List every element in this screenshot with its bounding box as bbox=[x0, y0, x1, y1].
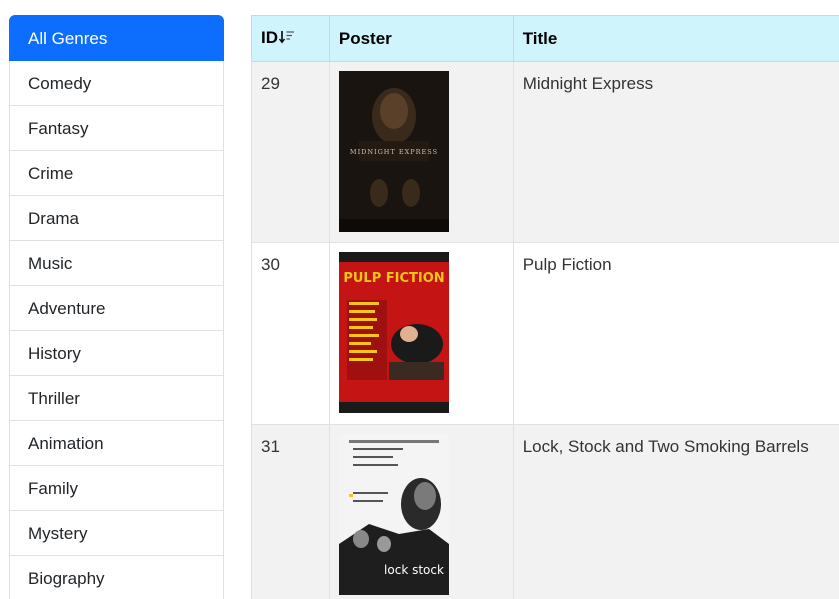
sort-descending-icon[interactable] bbox=[278, 29, 295, 49]
title-column-header: Title bbox=[512, 15, 839, 62]
svg-text:PULP FICTION: PULP FICTION bbox=[343, 271, 444, 286]
table-row[interactable]: 29 MIDNIGHT EXPRESS Midnight Express bbox=[251, 61, 839, 243]
movies-table: ID Poster Title 29 MIDNIGHT EXPRESS Midn… bbox=[251, 15, 839, 599]
genre-list: All Genres Comedy Fantasy Crime Drama Mu… bbox=[9, 15, 224, 599]
genre-item-animation[interactable]: Animation bbox=[9, 421, 224, 466]
genre-item-mystery[interactable]: Mystery bbox=[9, 511, 224, 556]
genre-item-adventure[interactable]: Adventure bbox=[9, 286, 224, 331]
genre-item-family[interactable]: Family bbox=[9, 466, 224, 511]
poster-image-pulp-fiction: PULP FICTION bbox=[338, 252, 449, 413]
id-header-label: ID bbox=[261, 28, 278, 48]
poster-column-header: Poster bbox=[328, 15, 514, 62]
genre-item-all-genres[interactable]: All Genres bbox=[9, 15, 224, 61]
genre-item-fantasy[interactable]: Fantasy bbox=[9, 106, 224, 151]
genre-item-music[interactable]: Music bbox=[9, 241, 224, 286]
genre-item-crime[interactable]: Crime bbox=[9, 151, 224, 196]
svg-text:lock stock: lock stock bbox=[384, 563, 444, 577]
movie-id-cell: 31 bbox=[251, 424, 330, 599]
poster-cell: MIDNIGHT EXPRESS bbox=[328, 61, 514, 243]
id-column-header[interactable]: ID bbox=[251, 15, 330, 62]
page: All Genres Comedy Fantasy Crime Drama Mu… bbox=[0, 0, 839, 599]
svg-text:MIDNIGHT EXPRESS: MIDNIGHT EXPRESS bbox=[350, 148, 438, 156]
table-header-row: ID Poster Title bbox=[251, 15, 839, 62]
movie-title-cell: Pulp Fiction bbox=[512, 242, 839, 425]
poster-cell: PULP FICTION bbox=[328, 242, 514, 425]
genre-item-history[interactable]: History bbox=[9, 331, 224, 376]
movie-title-cell: Lock, Stock and Two Smoking Barrels bbox=[512, 424, 839, 599]
table-row[interactable]: 31 lock stock Lock, Stock and Two Smokin… bbox=[251, 424, 839, 599]
movie-title-cell: Midnight Express bbox=[512, 61, 839, 243]
poster-cell: lock stock bbox=[328, 424, 514, 599]
poster-image-lock-stock: lock stock bbox=[338, 434, 449, 595]
genre-item-thriller[interactable]: Thriller bbox=[9, 376, 224, 421]
movie-id-cell: 29 bbox=[251, 61, 330, 243]
poster-image-midnight-express: MIDNIGHT EXPRESS bbox=[338, 71, 449, 232]
genre-item-drama[interactable]: Drama bbox=[9, 196, 224, 241]
table-row[interactable]: 30 PULP FICTION Pulp Fiction bbox=[251, 242, 839, 425]
genre-item-comedy[interactable]: Comedy bbox=[9, 61, 224, 106]
movie-id-cell: 30 bbox=[251, 242, 330, 425]
movies-table-container: ID Poster Title 29 MIDNIGHT EXPRESS Midn… bbox=[251, 15, 839, 599]
genre-item-biography[interactable]: Biography bbox=[9, 556, 224, 599]
